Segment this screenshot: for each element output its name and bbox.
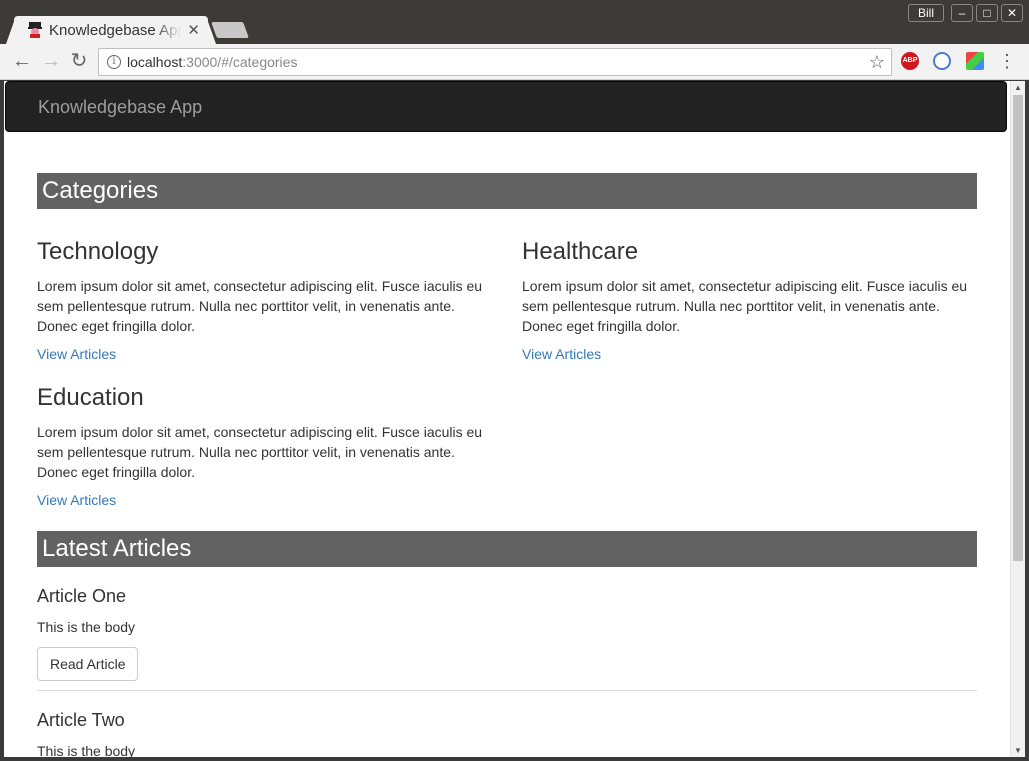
category-title: Healthcare bbox=[522, 238, 639, 265]
category-title: Education bbox=[37, 384, 144, 411]
article-item: Article Two This is the body bbox=[37, 709, 977, 757]
url-path: :3000/#/categories bbox=[182, 54, 298, 70]
article-title: Article One bbox=[37, 586, 127, 606]
new-tab-button[interactable] bbox=[211, 22, 249, 38]
navbar-brand[interactable]: Knowledgebase App bbox=[38, 97, 202, 118]
article-item: Article One This is the body Read Articl… bbox=[37, 585, 977, 681]
app-favicon-icon bbox=[28, 22, 42, 38]
url-host: localhost bbox=[127, 54, 183, 70]
category-description: Lorem ipsum dolor sit amet, consectetur … bbox=[37, 278, 483, 334]
browser-titlebar: Knowledgebase App ✕ Bill – □ ✕ bbox=[0, 0, 1029, 44]
maximize-icon[interactable]: □ bbox=[976, 4, 998, 22]
back-arrow-icon[interactable]: ← bbox=[11, 50, 33, 72]
page-scrollbar[interactable]: ▲ ▼ bbox=[1010, 81, 1025, 757]
tab-close-icon[interactable]: ✕ bbox=[187, 21, 200, 39]
page-viewport: Knowledgebase App Categories Technology … bbox=[4, 81, 1010, 757]
article-body: This is the body bbox=[37, 619, 136, 635]
scroll-up-icon[interactable]: ▲ bbox=[1014, 83, 1022, 92]
app-navbar: Knowledgebase App bbox=[5, 81, 1007, 132]
sync-extension-icon[interactable] bbox=[933, 52, 951, 70]
forward-arrow-icon[interactable]: → bbox=[40, 50, 62, 72]
adblock-extension-icon[interactable]: ABP bbox=[901, 52, 919, 70]
browser-tab[interactable]: Knowledgebase App ✕ bbox=[6, 16, 216, 44]
bookmark-star-icon[interactable]: ☆ bbox=[869, 52, 885, 73]
category-card-technology: Technology Lorem ipsum dolor sit amet, c… bbox=[37, 238, 492, 364]
article-title: Article Two bbox=[37, 710, 125, 730]
article-body: This is the body bbox=[37, 743, 136, 757]
color-extension-icon[interactable] bbox=[966, 52, 984, 70]
view-articles-link[interactable]: View Articles bbox=[37, 492, 116, 508]
category-description: Lorem ipsum dolor sit amet, consectetur … bbox=[522, 278, 968, 334]
category-description: Lorem ipsum dolor sit amet, consectetur … bbox=[37, 424, 483, 480]
info-icon[interactable]: i bbox=[107, 55, 121, 69]
category-card-education: Education Lorem ipsum dolor sit amet, co… bbox=[37, 384, 492, 510]
address-bar[interactable]: i localhost:3000/#/categories ☆ bbox=[98, 48, 892, 76]
browser-toolbar: ← → ↻ i localhost:3000/#/categories ☆ AB… bbox=[0, 44, 1029, 80]
category-card-healthcare: Healthcare Lorem ipsum dolor sit amet, c… bbox=[522, 238, 977, 364]
categories-heading: Categories bbox=[37, 173, 977, 209]
window-close-icon[interactable]: ✕ bbox=[1001, 4, 1023, 22]
scroll-thumb[interactable] bbox=[1013, 95, 1023, 561]
scroll-down-icon[interactable]: ▼ bbox=[1014, 746, 1022, 755]
article-divider bbox=[37, 690, 977, 691]
latest-articles-heading: Latest Articles bbox=[37, 531, 977, 567]
view-articles-link[interactable]: View Articles bbox=[522, 346, 601, 362]
url-text[interactable]: localhost:3000/#/categories bbox=[127, 54, 297, 70]
browser-menu-icon[interactable]: ⋮ bbox=[998, 50, 1016, 72]
user-profile-button[interactable]: Bill bbox=[908, 4, 944, 22]
read-article-button[interactable]: Read Article bbox=[37, 647, 139, 681]
tab-title: Knowledgebase App bbox=[49, 22, 181, 39]
view-articles-link[interactable]: View Articles bbox=[37, 346, 116, 362]
category-title: Technology bbox=[37, 238, 159, 265]
reload-icon[interactable]: ↻ bbox=[68, 50, 90, 72]
minimize-icon[interactable]: – bbox=[951, 4, 973, 22]
